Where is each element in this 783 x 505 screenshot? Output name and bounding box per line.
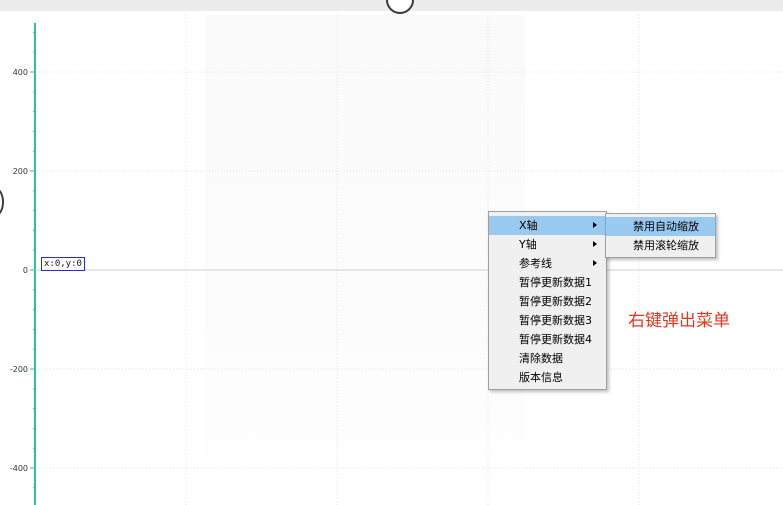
context-menu-item[interactable]: 版本信息	[489, 368, 606, 387]
submenu-arrow-icon	[593, 222, 597, 228]
context-menu-item[interactable]: 暂停更新数据1	[489, 273, 606, 292]
context-menu-item[interactable]: 暂停更新数据4	[489, 330, 606, 349]
submenu-item-label: 禁用自动缩放	[633, 220, 699, 233]
context-menu-item[interactable]: 参考线	[489, 254, 606, 273]
context-menu-item[interactable]: 暂停更新数据2	[489, 292, 606, 311]
context-menu-item[interactable]: 暂停更新数据3	[489, 311, 606, 330]
context-menu-item-label: 清除数据	[519, 352, 563, 365]
context-menu-item[interactable]: Y轴	[489, 235, 606, 254]
context-menu-item-label: Y轴	[519, 238, 537, 251]
coordinate-readout: x:0,y:0	[41, 257, 85, 271]
x-axis-submenu: 禁用自动缩放 禁用滚轮缩放	[605, 213, 716, 258]
submenu-item-label: 禁用滚轮缩放	[633, 239, 699, 252]
context-menu-item-label: 暂停更新数据1	[519, 276, 592, 289]
submenu-arrow-icon	[593, 260, 597, 266]
context-menu-item[interactable]: 清除数据	[489, 349, 606, 368]
context-menu-item-label: 暂停更新数据4	[519, 333, 592, 346]
y-axis-tick-label: -400	[10, 464, 28, 473]
y-axis-tick-label: 200	[13, 167, 28, 176]
context-menu: X轴 Y轴参考线暂停更新数据1 暂停更新数据2 暂停更新数据3 暂停更新数据4 清除数据版…	[488, 211, 607, 390]
context-menu-item-label: 参考线	[519, 257, 552, 270]
context-menu-item-label: X轴	[519, 219, 538, 232]
context-menu-item-label: 暂停更新数据3	[519, 314, 592, 327]
context-menu-item-label: 版本信息	[519, 371, 563, 384]
y-axis-tick-label: 400	[13, 68, 28, 77]
annotation-label: 右键弹出菜单	[628, 311, 730, 331]
context-menu-item[interactable]: X轴	[489, 216, 606, 235]
y-axis-tick-label: -200	[10, 365, 28, 374]
submenu-arrow-icon	[593, 241, 597, 247]
submenu-item[interactable]: 禁用自动缩放	[606, 217, 715, 236]
submenu-item[interactable]: 禁用滚轮缩放	[606, 236, 715, 255]
y-axis-tick-label: 0	[23, 266, 28, 275]
context-menu-item-label: 暂停更新数据2	[519, 295, 592, 308]
